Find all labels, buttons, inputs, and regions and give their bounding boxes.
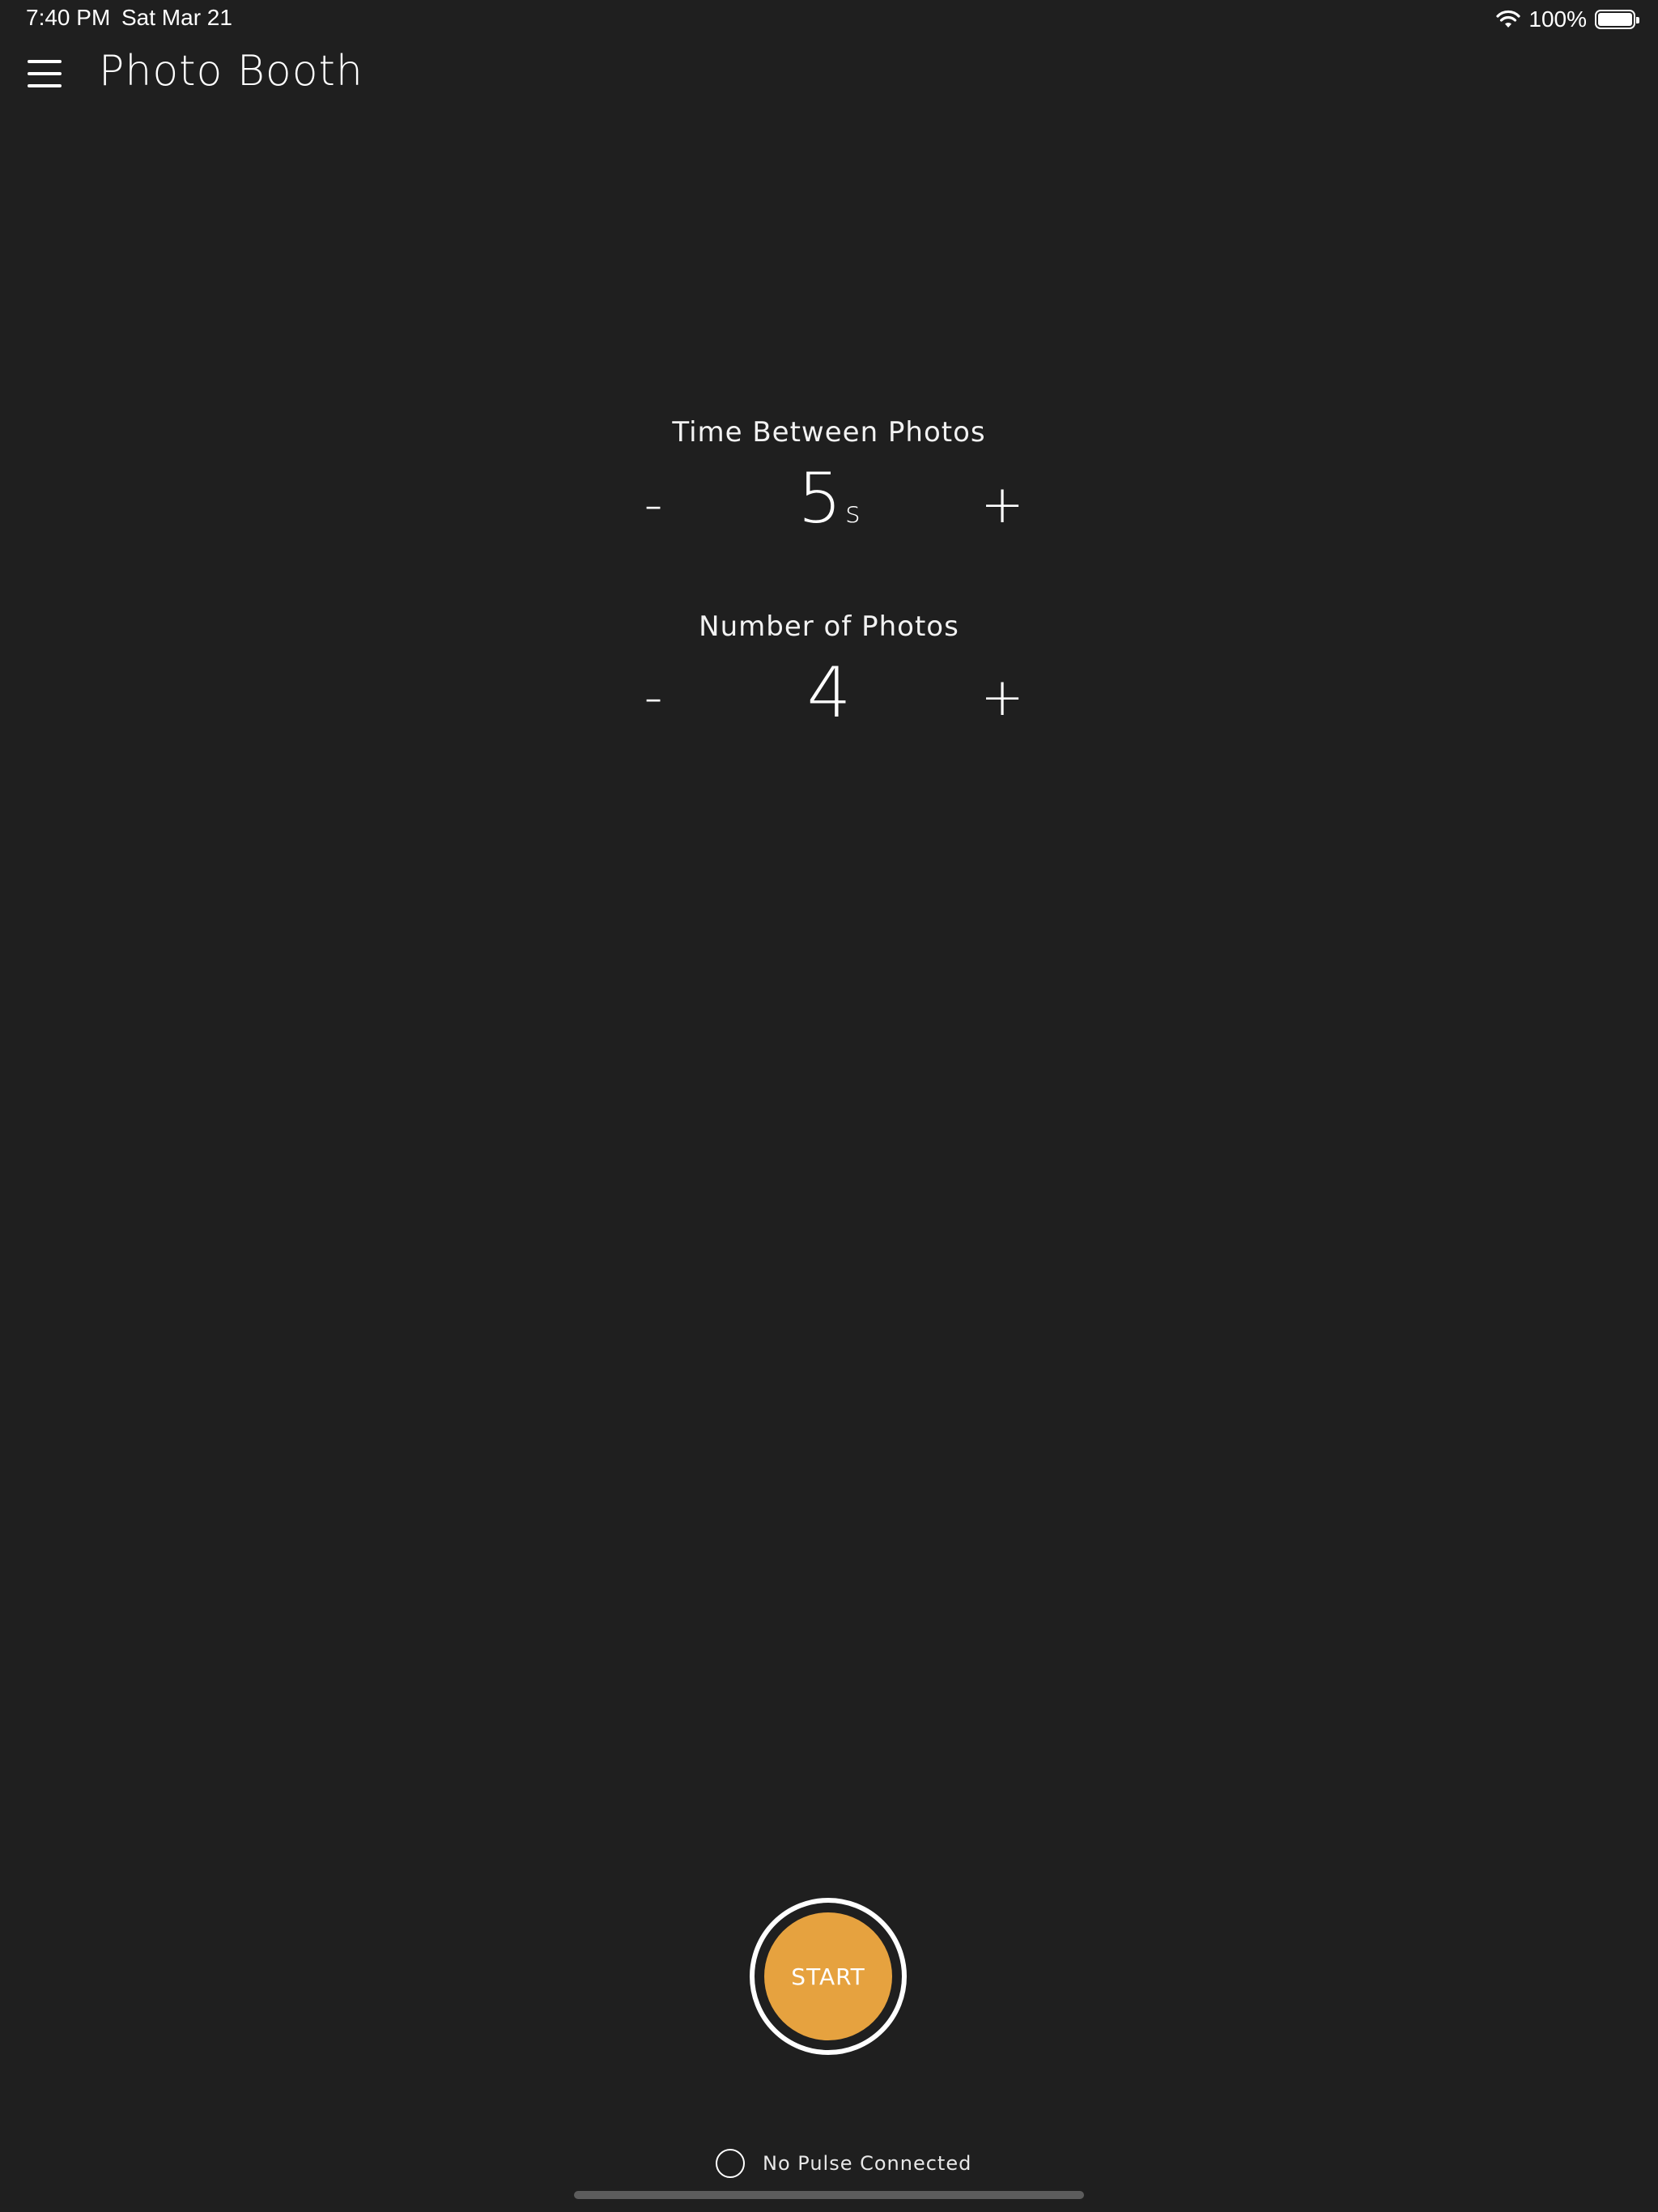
number-of-photos-value: 4 [806,653,852,734]
photo-booth-screen: 7:40 PM Sat Mar 21 100% Photo Booth Time… [0,0,1658,2212]
time-between-number: 5 [797,458,842,539]
status-indicators: 100% [1496,5,1639,34]
status-time: 7:40 PM [26,5,111,30]
time-between-photos-label: Time Between Photos [672,416,986,449]
photos-increment-button[interactable]: + [970,666,1035,730]
home-indicator[interactable] [574,2191,1084,2199]
page-title: Photo Booth [99,47,363,96]
start-button[interactable]: START [750,1898,907,2055]
battery-percent: 100% [1528,6,1587,32]
pulse-status: No Pulse Connected [716,2149,971,2178]
number-of-photos-label: Number of Photos [699,610,959,643]
time-increment-button[interactable]: + [970,473,1035,538]
time-between-unit: s [844,496,861,530]
battery-icon [1595,10,1639,29]
status-date: Sat Mar 21 [121,5,232,30]
pulse-status-text: No Pulse Connected [763,2152,972,2175]
start-button-label: START [764,1912,892,2040]
pulse-status-circle-icon [716,2149,745,2178]
time-between-value: 5s [0,458,1658,539]
hamburger-menu-icon[interactable] [28,60,62,87]
wifi-icon [1496,10,1520,29]
